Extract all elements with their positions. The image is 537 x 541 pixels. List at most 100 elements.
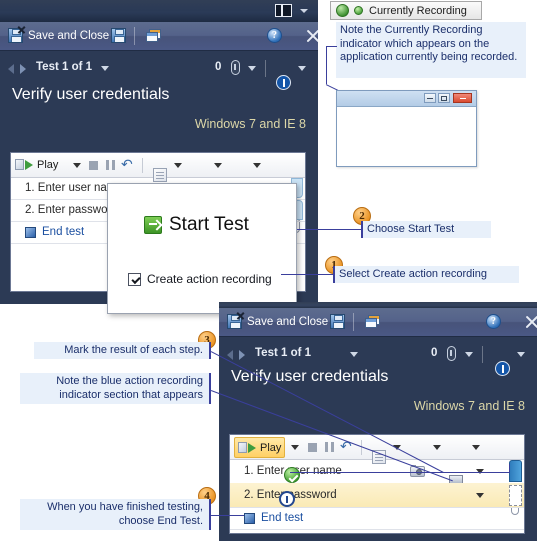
paperclip-icon[interactable] <box>231 60 240 75</box>
callout-text: Note the Currently Recording indicator w… <box>340 24 518 63</box>
next-test-icon[interactable] <box>239 350 245 360</box>
paperclip-icon[interactable] <box>447 346 456 361</box>
play-icon <box>248 442 256 453</box>
leader-line <box>509 464 511 473</box>
save-floppy-icon[interactable] <box>111 28 126 48</box>
test-nav-row-bottom: Test 1 of 1 0 <box>219 342 537 376</box>
leader-line <box>326 46 337 48</box>
play-caret-icon-bottom[interactable] <box>291 445 299 450</box>
callout-text: Choose Start Test <box>367 223 455 235</box>
camera-caret-icon-top[interactable] <box>214 163 222 168</box>
layout-caret-icon[interactable] <box>300 9 308 13</box>
help-icon[interactable]: ? <box>486 314 501 329</box>
pass-icon[interactable] <box>283 467 300 483</box>
checkbox-checked-icon[interactable] <box>128 272 141 286</box>
test-counter-caret-icon[interactable] <box>350 352 358 357</box>
save-floppy-icon[interactable] <box>330 314 345 334</box>
test-counter-caret-icon[interactable] <box>101 66 109 71</box>
callout-end-test-note: When you have finished testing, choose E… <box>20 499 211 530</box>
monitor-caret-icon-top[interactable] <box>253 163 261 168</box>
play-icon <box>25 159 33 170</box>
callout-recording-note: Note the Currently Recording indicator w… <box>336 22 526 78</box>
recording-dot-icon <box>354 6 363 15</box>
table-row[interactable]: 2. Enter password <box>230 483 524 508</box>
previous-test-icon[interactable] <box>8 64 14 74</box>
command-separator <box>353 313 354 331</box>
step-text: End test <box>261 512 304 524</box>
play-button-bottom[interactable]: Play <box>234 437 286 458</box>
leader-line <box>326 46 328 84</box>
monitor-caret-icon-bottom[interactable] <box>472 445 480 450</box>
test-counter-label: Test 1 of 1 <box>36 61 93 73</box>
toolbar-separator-top <box>142 158 143 173</box>
callout-text: Select Create action recording <box>339 268 487 280</box>
create-action-recording-checkbox-row[interactable]: Create action recording <box>128 272 272 286</box>
save-and-close-label[interactable]: Save and Close <box>247 308 328 336</box>
test-title-bottom: Verify user credentials <box>231 368 389 385</box>
info-icon[interactable] <box>278 491 295 507</box>
undo-icon-top[interactable]: ↶ <box>121 158 133 172</box>
currently-recording-label: Currently Recording <box>369 4 467 17</box>
nav-separator <box>265 60 266 77</box>
attachment-count: 0 <box>431 347 438 359</box>
title-bar-top <box>0 0 318 22</box>
info-caret-icon[interactable] <box>298 66 306 71</box>
test-nav-row-top: Test 1 of 1 0 <box>0 56 318 90</box>
result-caret-icon[interactable] <box>476 493 484 498</box>
stop-icon-top[interactable] <box>89 161 98 170</box>
command-bar-bottom: Save and Close ? <box>219 308 537 337</box>
play-doc-icon <box>15 159 24 170</box>
close-icon[interactable] <box>453 93 472 103</box>
help-icon[interactable]: ? <box>267 28 282 43</box>
test-title-top: Verify user credentials <box>12 86 170 103</box>
previous-test-icon[interactable] <box>227 350 233 360</box>
stop-icon-bottom[interactable] <box>308 443 317 452</box>
sample-application-window <box>336 90 477 167</box>
next-test-icon[interactable] <box>20 64 26 74</box>
callout-text: When you have finished testing, choose E… <box>47 501 203 527</box>
table-row-end-test[interactable]: End test <box>230 507 524 530</box>
minimize-icon[interactable] <box>424 93 436 103</box>
attachment-caret-icon[interactable] <box>465 352 473 357</box>
command-separator <box>134 27 135 45</box>
callout-select-create-recording: Select Create action recording <box>333 266 519 283</box>
edit-caret-icon-top[interactable] <box>174 163 182 168</box>
info-icon[interactable] <box>495 361 510 376</box>
configuration-label-bottom: Windows 7 and IE 8 <box>413 399 525 413</box>
info-icon[interactable] <box>276 75 291 90</box>
test-runner-window-bottom: Save and Close ? Test 1 of 1 0 Verify us… <box>219 302 537 541</box>
play-button-top[interactable]: Play <box>15 155 58 174</box>
titlebar-sheen <box>0 0 318 11</box>
test-steps-panel-bottom: Play ↶ 1. Enter user name 2. Enter passw… <box>229 434 525 534</box>
leader-line <box>281 274 333 276</box>
windows-icon[interactable] <box>365 315 381 334</box>
callout-blue-indicator: Note the blue action recording indicator… <box>20 373 211 404</box>
command-bar-top: Save and Close ? <box>0 22 318 51</box>
windows-icon[interactable] <box>146 29 162 48</box>
pause-icon-top[interactable] <box>106 160 115 170</box>
test-counter-label: Test 1 of 1 <box>255 347 312 359</box>
action-recording-placeholder <box>509 485 522 506</box>
nav-separator <box>482 346 483 363</box>
info-caret-icon[interactable] <box>517 352 525 357</box>
attachment-caret-icon[interactable] <box>248 66 256 71</box>
start-test-button[interactable]: Start Test <box>144 214 249 236</box>
start-test-label: Start Test <box>169 214 249 235</box>
configuration-label-top: Windows 7 and IE 8 <box>194 117 306 131</box>
pause-icon-bottom[interactable] <box>325 442 334 452</box>
step-text: 2. Enter passwo <box>25 204 108 216</box>
camera-caret-icon-bottom[interactable] <box>433 445 441 450</box>
play-caret-icon-top[interactable] <box>73 163 81 168</box>
callout-choose-start-test: Choose Start Test <box>361 221 491 238</box>
end-test-icon <box>25 226 36 238</box>
layout-toggle-icon[interactable] <box>275 4 292 17</box>
save-and-close-icon[interactable] <box>227 312 245 334</box>
start-test-arrow-icon <box>144 216 162 234</box>
save-and-close-icon[interactable] <box>8 26 26 48</box>
save-and-close-label[interactable]: Save and Close <box>28 22 109 50</box>
globe-icon <box>336 4 349 17</box>
callout-text: Mark the result of each step. <box>64 344 203 356</box>
maximize-icon[interactable] <box>438 93 450 103</box>
start-test-popup: Start Test Create action recording <box>107 183 297 314</box>
end-test-icon <box>244 512 255 524</box>
